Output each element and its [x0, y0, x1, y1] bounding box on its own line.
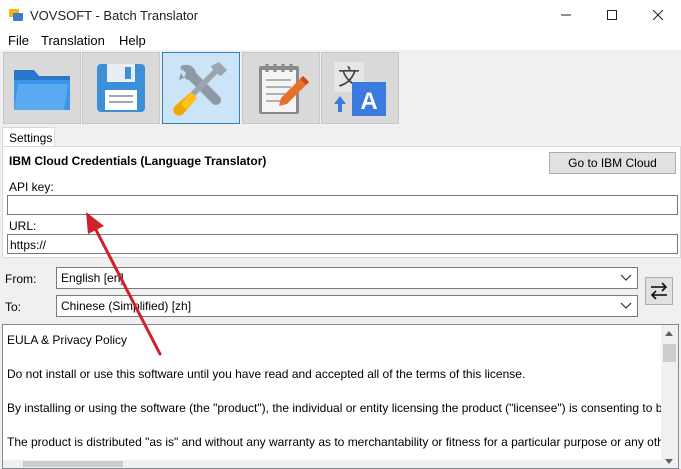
swap-arrows-icon [650, 282, 668, 300]
minimize-button[interactable] [543, 0, 589, 30]
scroll-up-icon[interactable] [665, 331, 673, 336]
svg-text:A: A [360, 88, 377, 115]
eula-line: The product is distributed "as is" and w… [7, 435, 679, 449]
url-label: URL: [9, 219, 37, 233]
to-language-value: Chinese (Simplified) [zh] [61, 299, 192, 313]
eula-textarea[interactable]: EULA & Privacy Policy Do not install or … [2, 324, 679, 469]
scroll-thumb[interactable] [663, 344, 676, 362]
tab-settings[interactable]: Settings [2, 127, 55, 147]
eula-line: By installing or using the software (the… [7, 401, 679, 415]
from-language-value: English [en] [61, 271, 124, 285]
floppy-disk-icon [97, 64, 145, 112]
url-input[interactable]: https:// [7, 234, 678, 254]
save-button[interactable] [82, 52, 160, 124]
to-label: To: [5, 300, 22, 314]
wrench-screwdriver-icon [173, 62, 227, 116]
window-title: VOVSOFT - Batch Translator [30, 8, 199, 23]
menu-bar: File Translation Help [0, 30, 681, 50]
api-key-label: API key: [9, 180, 54, 194]
section-title: IBM Cloud Credentials (Language Translat… [9, 154, 267, 168]
chevron-down-icon [620, 274, 632, 281]
horizontal-scrollbar[interactable] [3, 460, 663, 468]
notes-button[interactable] [242, 52, 320, 124]
settings-panel: IBM Cloud Credentials (Language Translat… [2, 146, 681, 258]
vertical-scrollbar[interactable] [661, 325, 678, 468]
chevron-down-icon [620, 302, 632, 309]
translate-button[interactable]: 文 A [321, 52, 399, 124]
close-button[interactable] [635, 0, 681, 30]
maximize-icon [607, 10, 617, 20]
menu-help[interactable]: Help [119, 33, 146, 48]
maximize-button[interactable] [589, 0, 635, 30]
settings-button[interactable] [162, 52, 240, 124]
notepad-pencil-icon [259, 64, 309, 114]
folder-icon [14, 70, 70, 110]
menu-file[interactable]: File [8, 33, 29, 48]
from-label: From: [5, 272, 37, 286]
minimize-icon [561, 14, 571, 16]
close-icon [653, 10, 663, 20]
app-icon [9, 9, 23, 21]
tab-strip: Settings [0, 126, 681, 147]
to-language-select[interactable]: Chinese (Simplified) [zh] [56, 295, 638, 317]
open-folder-button[interactable] [3, 52, 81, 124]
scroll-thumb[interactable] [23, 461, 123, 467]
eula-line: Do not install or use this software unti… [7, 367, 526, 381]
menu-translation[interactable]: Translation [41, 33, 105, 48]
eula-line: EULA & Privacy Policy [7, 333, 128, 347]
title-bar: VOVSOFT - Batch Translator [0, 0, 681, 30]
api-key-input[interactable] [7, 195, 678, 215]
from-language-select[interactable]: English [en] [56, 267, 638, 289]
translate-icon: 文 A [334, 62, 386, 116]
scroll-down-icon[interactable] [665, 459, 673, 464]
toolbar: 文 A [0, 50, 681, 126]
go-to-ibm-cloud-button[interactable]: Go to IBM Cloud [549, 152, 676, 174]
swap-languages-button[interactable] [645, 277, 673, 305]
